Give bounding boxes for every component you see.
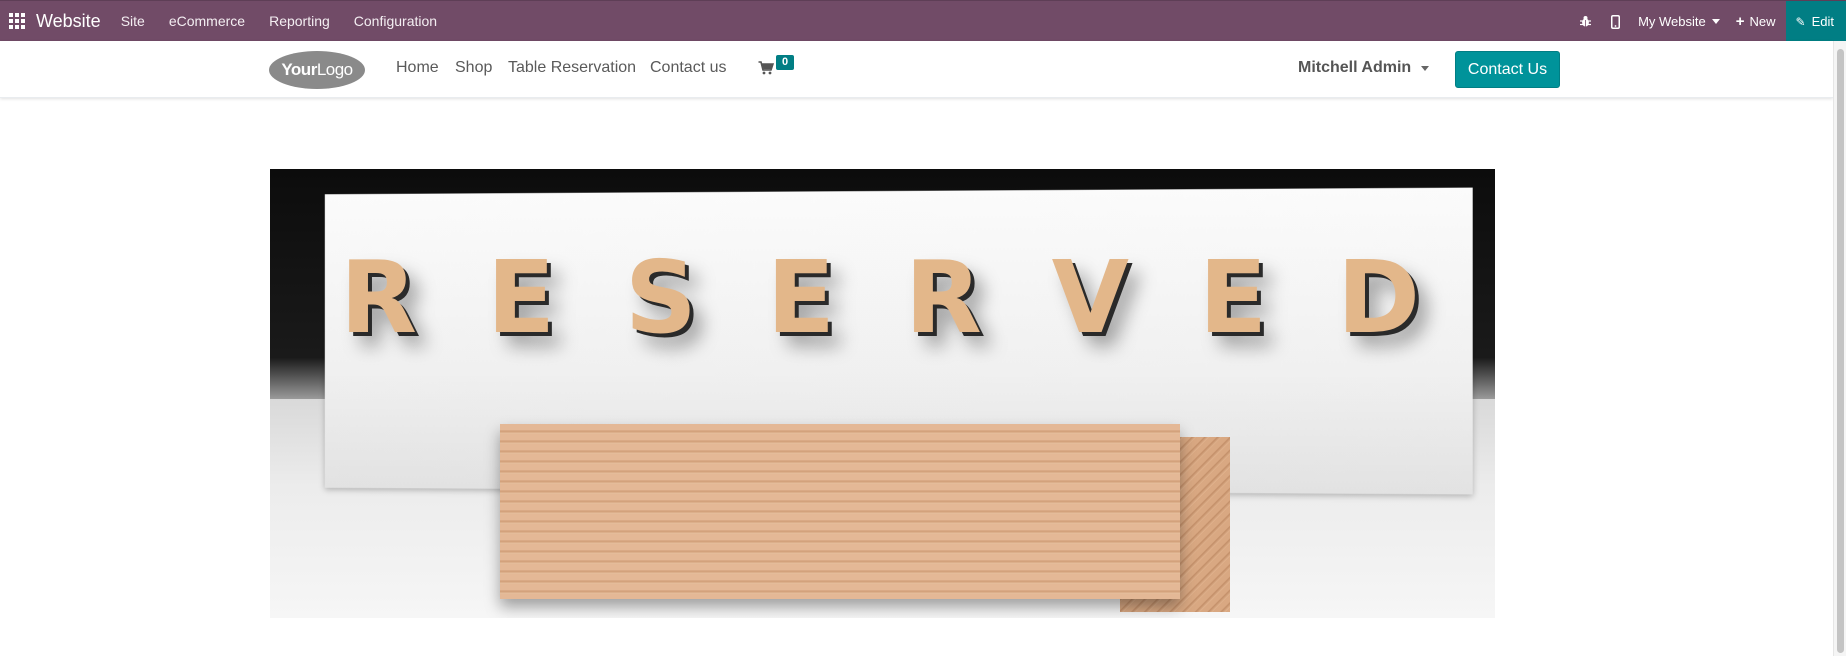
pencil-icon: ✎: [1795, 14, 1806, 29]
menu-reporting[interactable]: Reporting: [269, 13, 330, 29]
nav-table-reservation[interactable]: Table Reservation: [508, 59, 636, 77]
sign-letter: D: [1336, 239, 1420, 356]
sign-letter: E: [766, 239, 836, 356]
chevron-down-icon: [1711, 19, 1720, 24]
plus-icon: +: [1735, 13, 1745, 30]
sign-letter: R: [904, 239, 982, 356]
admin-topbar: Website Site eCommerce Reporting Configu…: [0, 0, 1846, 42]
site-logo[interactable]: Your Logo: [269, 51, 365, 89]
sign-letter: S: [624, 239, 697, 356]
nav-contact-us[interactable]: Contact us: [650, 59, 726, 77]
topbar-actions: My Website + New ✎ Edit: [1570, 1, 1846, 42]
mobile-icon[interactable]: [1600, 14, 1630, 29]
my-website-label: My Website: [1638, 14, 1706, 29]
app-brand[interactable]: Website: [36, 11, 101, 32]
page-scrollbar[interactable]: [1833, 41, 1846, 656]
edit-label: Edit: [1811, 14, 1834, 29]
sign-letter: V: [1051, 239, 1130, 356]
menu-ecommerce[interactable]: eCommerce: [169, 13, 245, 29]
user-name: Mitchell Admin: [1298, 59, 1412, 76]
edit-button[interactable]: ✎ Edit: [1785, 1, 1846, 42]
logo-logo-text: Logo: [316, 60, 353, 79]
user-dropdown[interactable]: Mitchell Admin: [1298, 59, 1430, 77]
sign-letter: E: [486, 239, 556, 356]
logo-your-text: Your: [281, 60, 317, 79]
chevron-down-icon: [1421, 65, 1430, 71]
website-header: Your Logo Home Shop Table Reservation Con…: [0, 41, 1833, 98]
sign-letters: R E S E R V E D: [340, 239, 1420, 356]
sign-letter: E: [1198, 239, 1268, 356]
contact-us-button[interactable]: Contact Us: [1455, 51, 1560, 88]
new-button[interactable]: + New: [1736, 13, 1776, 30]
scrollbar-thumb[interactable]: [1837, 49, 1844, 653]
cart-link[interactable]: 0: [758, 55, 798, 83]
cart-icon: [758, 61, 775, 80]
new-label: New: [1749, 14, 1776, 29]
bug-icon[interactable]: [1570, 15, 1600, 28]
wooden-stand: [500, 424, 1180, 599]
menu-configuration[interactable]: Configuration: [354, 13, 437, 29]
nav-shop[interactable]: Shop: [455, 59, 492, 77]
reserved-sign-image: R E S E R V E D: [270, 169, 1495, 618]
cart-count-badge: 0: [776, 55, 794, 70]
sign-letter: R: [340, 239, 418, 356]
menu-site[interactable]: Site: [121, 13, 145, 29]
apps-icon[interactable]: [0, 1, 34, 42]
nav-home[interactable]: Home: [396, 59, 439, 77]
my-website-dropdown[interactable]: My Website: [1638, 14, 1720, 29]
